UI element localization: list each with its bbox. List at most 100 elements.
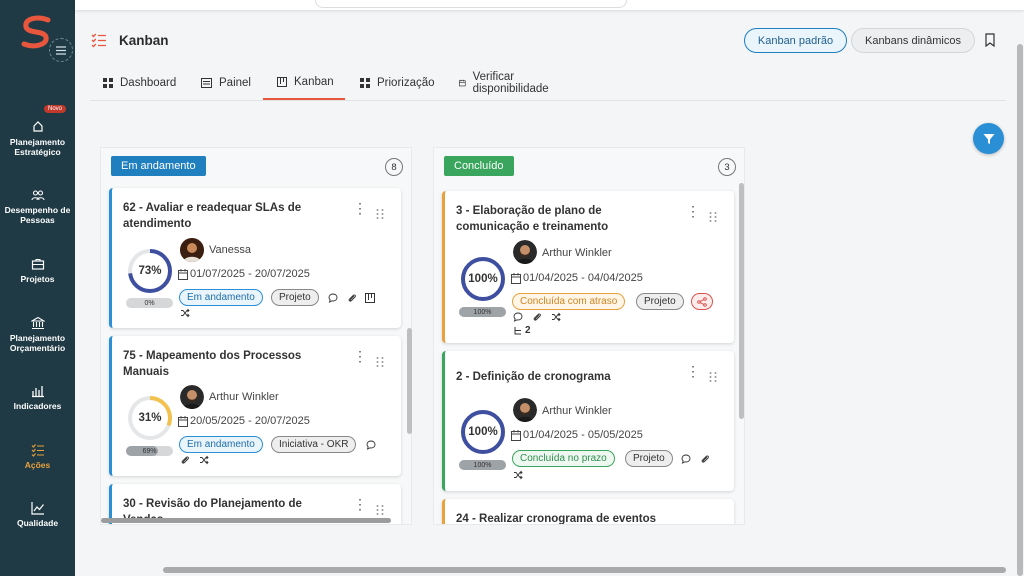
more-options-icon[interactable]: ⋮ — [353, 201, 367, 215]
column-scrollbar[interactable] — [407, 328, 412, 434]
search-box[interactable] — [315, 0, 627, 8]
bank-icon — [30, 316, 45, 330]
strategy-icon — [32, 121, 43, 132]
kanban-icon — [277, 77, 287, 87]
drag-handle-icon[interactable] — [708, 211, 718, 223]
more-options-icon[interactable]: ⋮ — [686, 204, 700, 218]
share-button[interactable] — [691, 293, 713, 310]
sidebar-item-budget-planning[interactable]: Planejamento Orçamentário — [0, 316, 75, 353]
kanban-column-done: Concluído 3 3 - Elaboração de plano de c… — [433, 147, 745, 525]
avatar — [513, 398, 537, 422]
attachment-icon[interactable] — [700, 454, 710, 464]
new-badge: Novo — [44, 105, 67, 113]
grid-icon — [360, 78, 370, 88]
shuffle-icon[interactable] — [199, 455, 209, 465]
shuffle-icon[interactable] — [180, 308, 190, 318]
progress-ring: 100% — [459, 408, 507, 456]
tab-kanban[interactable]: Kanban — [263, 66, 345, 100]
sidebar-item-label: Indicadores — [13, 401, 62, 411]
filter-button[interactable] — [973, 123, 1004, 154]
card-title: 62 - Avaliar e readequar SLAs de atendim… — [123, 202, 302, 230]
tab-verificar-disponibilidade[interactable]: Verificar disponibilidade — [459, 66, 552, 100]
more-options-icon[interactable]: ⋮ — [353, 349, 367, 363]
sidebar-item-label: Projetos — [20, 274, 55, 284]
sidebar-item-quality[interactable]: Qualidade — [0, 501, 75, 528]
comment-icon[interactable] — [681, 454, 691, 464]
more-options-icon[interactable]: ⋮ — [686, 364, 700, 378]
date-range: 01/04/2025 - 05/05/2025 — [511, 429, 643, 441]
attachment-icon[interactable] — [532, 312, 542, 322]
kanban-icon[interactable] — [365, 293, 375, 303]
date-range-text: 20/05/2025 - 20/07/2025 — [190, 415, 310, 427]
progress-percent: 73% — [138, 265, 162, 277]
shuffle-icon[interactable] — [551, 312, 561, 322]
comment-icon[interactable] — [366, 440, 376, 450]
subprogress-label: 69% — [142, 447, 157, 455]
subprogress-label: 0% — [144, 299, 155, 307]
sidebar-item-indicators[interactable]: Indicadores — [0, 384, 75, 411]
panel-icon — [201, 78, 212, 88]
date-range-text: 01/04/2025 - 05/05/2025 — [523, 429, 643, 441]
bookmark-icon[interactable] — [984, 33, 996, 47]
tab-label: Painel — [219, 77, 251, 89]
subprogress-bar: 100% — [459, 307, 506, 317]
subtask-icon — [514, 326, 521, 334]
progress-percent: 31% — [138, 412, 162, 424]
kanban-dynamic-button[interactable]: Kanbans dinâmicos — [851, 28, 975, 53]
progress-percent: 100% — [468, 273, 498, 285]
assignee-name: Arthur Winkler — [209, 391, 279, 403]
drag-handle-icon[interactable] — [375, 208, 385, 220]
sidebar-item-label: Ações — [24, 460, 51, 470]
progress-ring: 31% — [126, 394, 174, 442]
kanban-card[interactable]: 75 - Mapeamento dos Processos Manuais ⋮ … — [109, 336, 401, 476]
hamburger-icon — [56, 45, 66, 55]
page-horizontal-scrollbar[interactable] — [163, 567, 1006, 573]
shuffle-icon[interactable] — [513, 470, 523, 480]
drag-handle-icon[interactable] — [375, 356, 385, 368]
calendar-icon — [511, 272, 521, 284]
calendar-icon — [511, 429, 521, 441]
tab-label: Priorização — [377, 77, 435, 89]
app-logo[interactable] — [18, 14, 54, 50]
avatar — [180, 385, 204, 409]
calendar-icon — [178, 268, 188, 280]
kanban-card[interactable]: 3 - Elaboração de plano de comunicação e… — [442, 191, 734, 343]
kanban-card[interactable]: 24 - Realizar cronograma de eventos — [442, 499, 734, 524]
column-count: 8 — [385, 158, 403, 176]
date-range-text: 01/07/2025 - 20/07/2025 — [190, 268, 310, 280]
drag-handle-icon[interactable] — [375, 504, 385, 516]
tab-label: Verificar disponibilidade — [472, 71, 549, 95]
kanban-card[interactable]: 62 - Avaliar e readequar SLAs de atendim… — [109, 188, 401, 328]
comment-icon[interactable] — [513, 312, 523, 322]
kanban-default-button[interactable]: Kanban padrão — [744, 28, 847, 53]
status-badge: Em andamento — [179, 436, 263, 453]
assignee-name: Vanessa — [209, 244, 251, 256]
comment-icon[interactable] — [328, 293, 338, 303]
tab-priorizacao[interactable]: Priorização — [360, 66, 435, 100]
subprogress-bar: 100% — [459, 460, 506, 470]
sidebar-item-label: Desempenho de Pessoas — [4, 205, 71, 225]
menu-toggle-button[interactable] — [49, 38, 73, 62]
sidebar-item-people-performance[interactable]: Desempenho de Pessoas — [0, 188, 75, 225]
column-horizontal-scrollbar[interactable] — [101, 518, 391, 523]
type-badge: Iniciativa - OKR — [271, 436, 357, 453]
avatar — [513, 240, 537, 264]
subtasks-count[interactable]: 2 — [513, 325, 531, 336]
people-icon — [30, 190, 45, 201]
filter-icon — [983, 133, 994, 144]
sidebar-item-projects[interactable]: Projetos — [0, 257, 75, 284]
attachment-icon[interactable] — [180, 455, 190, 465]
date-range: 01/04/2025 - 04/04/2025 — [511, 272, 643, 284]
kanban-card[interactable]: 2 - Definição de cronograma ⋮ 100% 100% … — [442, 351, 734, 491]
page-vertical-scrollbar[interactable] — [1017, 44, 1023, 576]
more-options-icon[interactable]: ⋮ — [353, 497, 367, 511]
drag-handle-icon[interactable] — [708, 371, 718, 383]
sidebar: Novo Planejamento Estratégico Desempenho… — [0, 0, 75, 576]
attachment-icon[interactable] — [347, 293, 357, 303]
sidebar-item-actions[interactable]: Ações — [0, 443, 75, 470]
progress-ring: 73% — [126, 247, 174, 295]
sidebar-item-strategic-planning[interactable]: Planejamento Estratégico — [0, 120, 75, 157]
column-scrollbar[interactable] — [739, 183, 744, 419]
tab-painel[interactable]: Painel — [201, 66, 251, 100]
tab-dashboard[interactable]: Dashboard — [103, 66, 176, 100]
